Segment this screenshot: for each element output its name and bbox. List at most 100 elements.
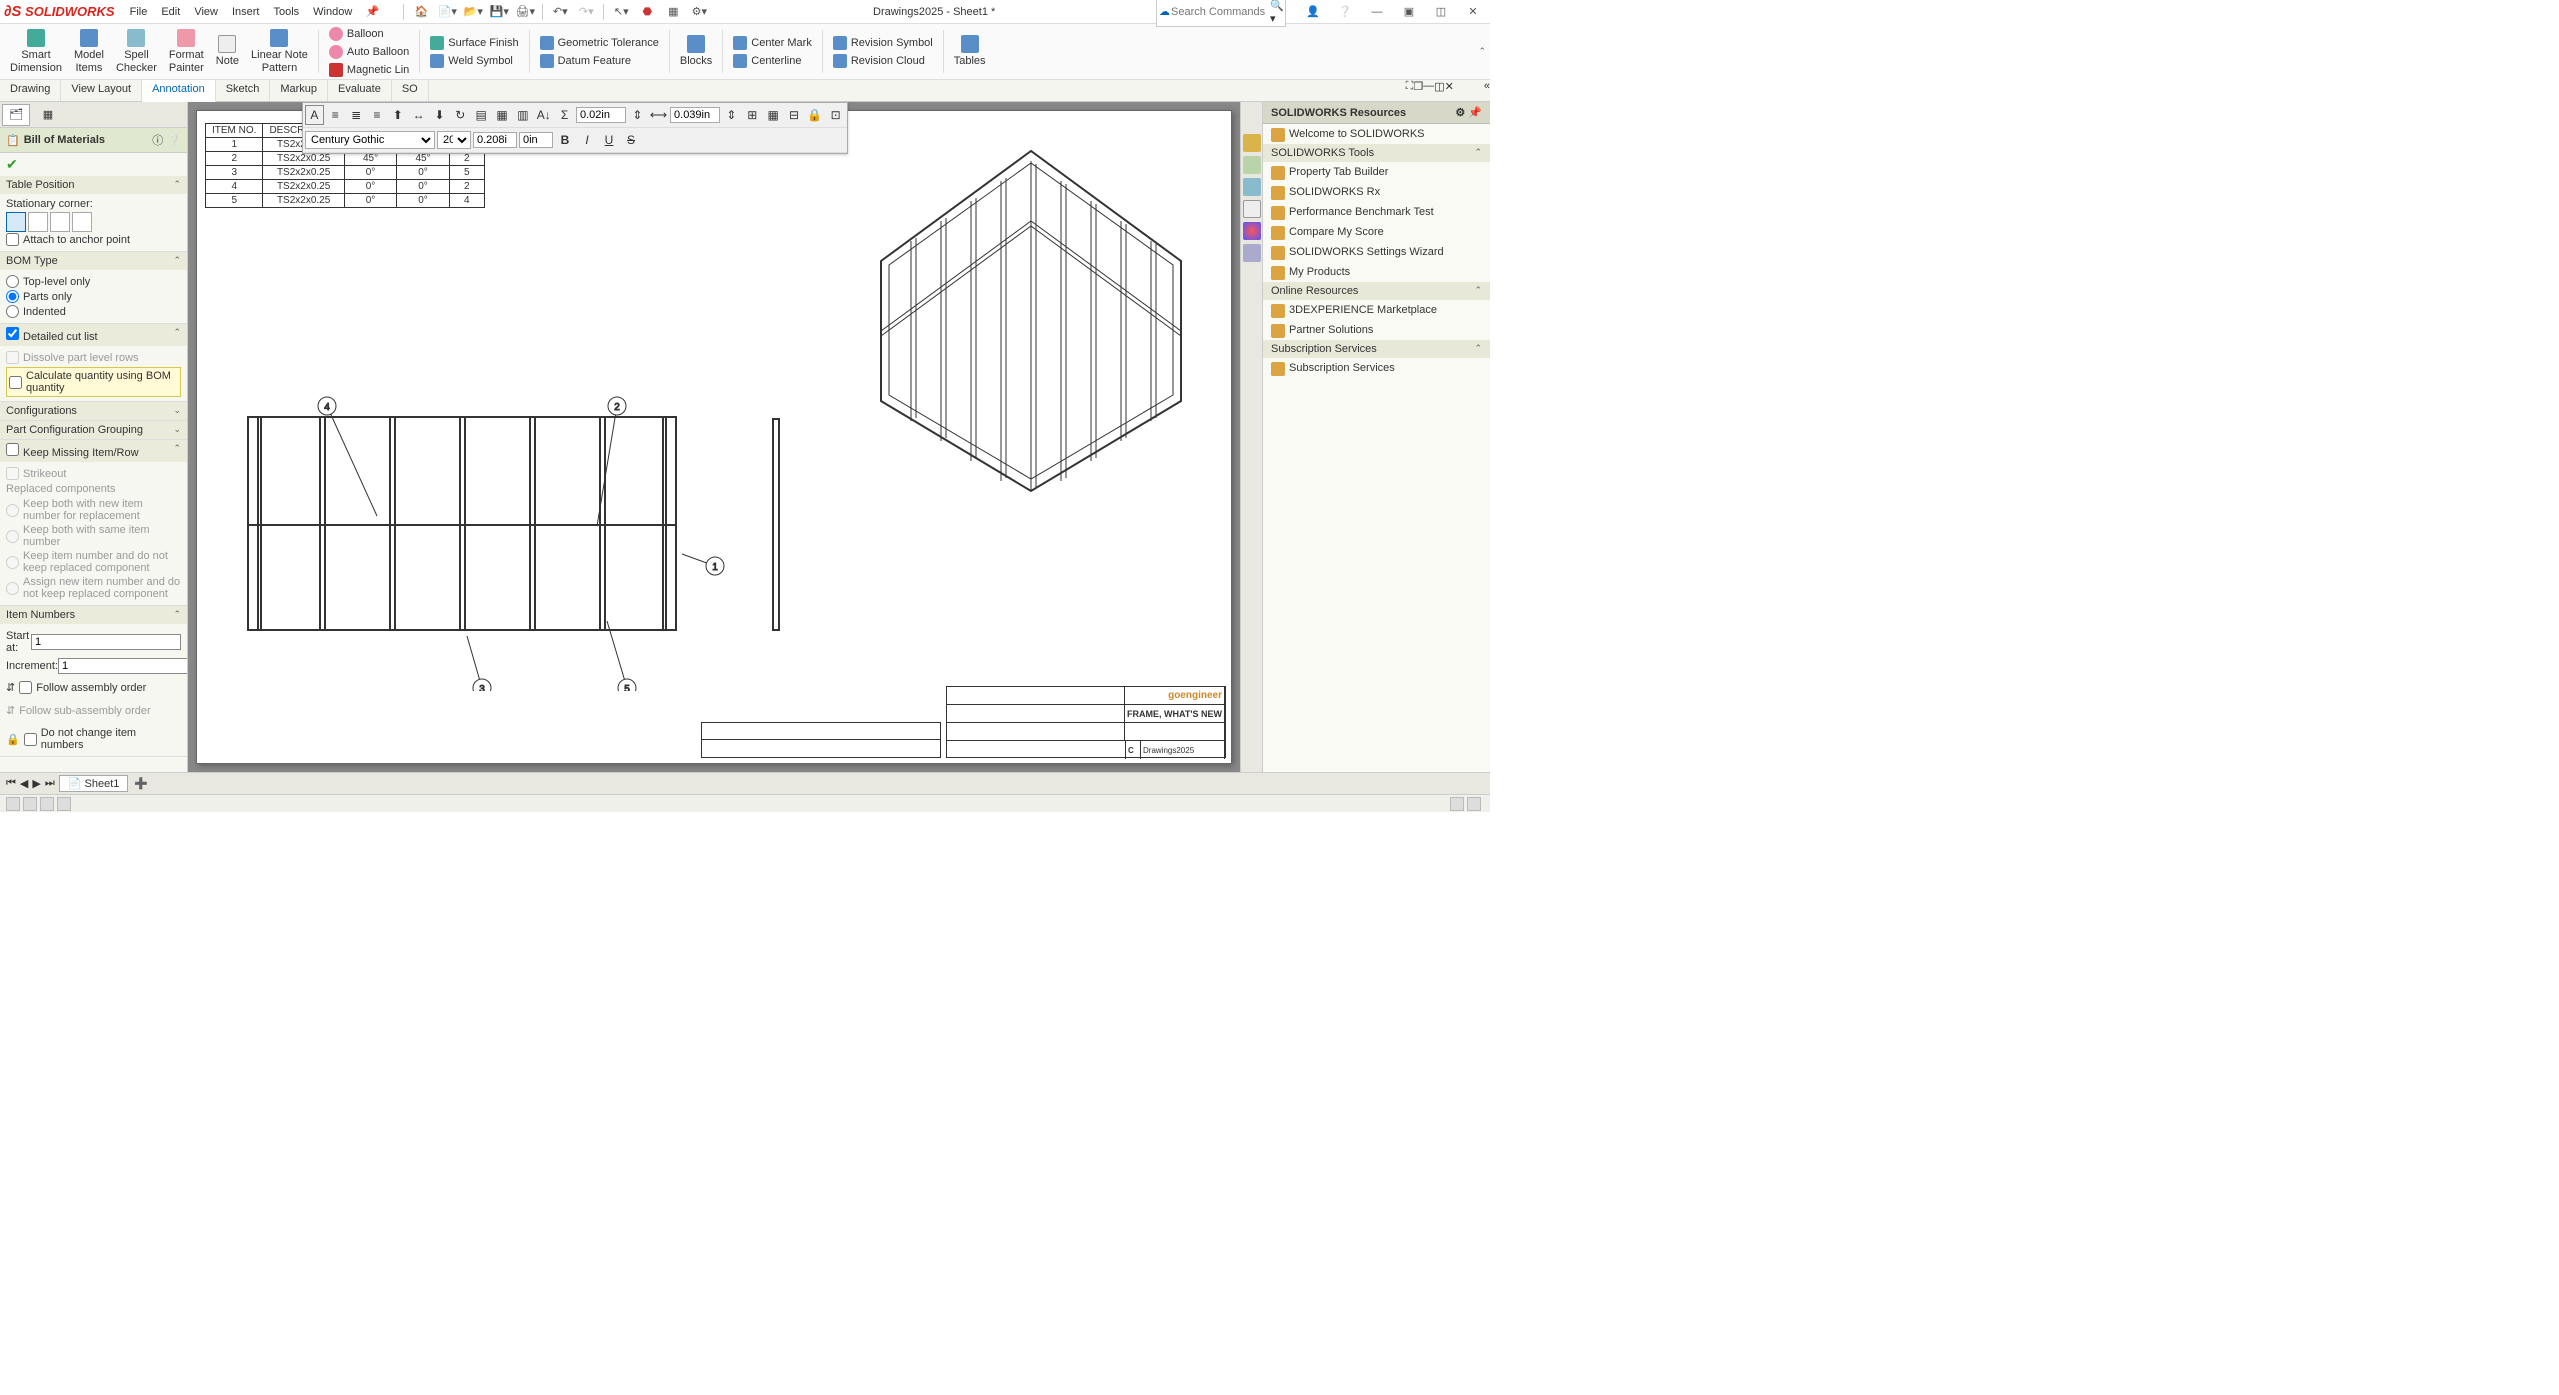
sort-icon[interactable]: A↓ — [534, 105, 553, 125]
note-button[interactable]: Note — [210, 26, 245, 77]
menu-edit[interactable]: Edit — [154, 4, 187, 20]
user-icon[interactable]: 👤 — [1303, 2, 1323, 22]
tp-item-marketplace[interactable]: 3DEXPERIENCE Marketplace — [1263, 300, 1490, 320]
lock-icon[interactable]: 🔒 — [6, 733, 20, 746]
tp-item-compare[interactable]: Compare My Score — [1263, 222, 1490, 242]
tp-online-head[interactable]: Online Resources⌃ — [1263, 282, 1490, 300]
tp-item-subscription[interactable]: Subscription Services — [1263, 358, 1490, 378]
tables-button[interactable]: Tables — [948, 26, 992, 77]
tab-evaluate[interactable]: Evaluate — [328, 80, 392, 101]
tp-item-property-tab[interactable]: Property Tab Builder — [1263, 162, 1490, 182]
open-icon[interactable]: 📂▾ — [463, 2, 483, 22]
sheet-tab-1[interactable]: 📄 Sheet1 — [59, 775, 129, 792]
tp-gear-icon[interactable]: ⚙ — [1455, 107, 1465, 119]
grid1-icon[interactable]: ⊞ — [743, 105, 762, 125]
tab-sketch[interactable]: Sketch — [216, 80, 271, 101]
indented-radio[interactable] — [6, 305, 19, 318]
col-item-no[interactable]: ITEM NO. — [206, 124, 263, 138]
tab-annotation[interactable]: Annotation — [142, 80, 216, 102]
pm-help-icon[interactable]: ⓘ — [152, 132, 163, 148]
corner-bl-button[interactable] — [50, 212, 70, 232]
increment-input[interactable] — [58, 658, 187, 674]
balloon-button[interactable]: Balloon — [323, 25, 415, 43]
weld-symbol-button[interactable]: Weld Symbol — [424, 52, 524, 70]
format-painter-button[interactable]: Format Painter — [163, 26, 210, 77]
table-row[interactable]: 5TS2x2x0.250°0°4 — [206, 194, 485, 208]
vbar-design-lib-icon[interactable] — [1243, 156, 1261, 174]
magnetic-line-button[interactable]: Magnetic Lin — [323, 61, 415, 79]
italic-button[interactable]: I — [577, 130, 597, 150]
sec-part-config[interactable]: Part Configuration Grouping⌄ — [0, 421, 187, 439]
tp-item-my-products[interactable]: My Products — [1263, 262, 1490, 282]
doc-restore-icon[interactable]: ❐ — [1413, 80, 1423, 101]
sec-keep-missing[interactable]: Keep Missing Item/Row⌃ — [0, 440, 187, 462]
centerline-button[interactable]: Centerline — [727, 52, 818, 70]
rebuild-icon[interactable]: ⬣ — [637, 2, 657, 22]
tp-item-benchmark[interactable]: Performance Benchmark Test — [1263, 202, 1490, 222]
new-icon[interactable]: 📄▾ — [437, 2, 457, 22]
vbar-home-icon[interactable] — [1243, 134, 1261, 152]
valign-bot-icon[interactable]: ⬇ — [430, 105, 449, 125]
sec-configurations[interactable]: Configurations⌄ — [0, 402, 187, 420]
model-items-button[interactable]: Model Items — [68, 26, 110, 77]
help-icon[interactable]: ❔ — [1335, 2, 1355, 22]
revision-cloud-button[interactable]: Revision Cloud — [827, 52, 939, 70]
side-view[interactable] — [772, 418, 780, 631]
strike-button[interactable]: S — [621, 130, 641, 150]
spin2-icon[interactable]: ⇕ — [722, 105, 741, 125]
link-icon[interactable]: ⟷ — [649, 105, 668, 125]
config-tab-icon[interactable]: ▦ — [34, 104, 62, 126]
parts-only-radio[interactable] — [6, 290, 19, 303]
keep-missing-checkbox[interactable] — [6, 443, 19, 456]
align-center-icon[interactable]: ≣ — [347, 105, 366, 125]
sheet-nav-next-icon[interactable]: ▶ — [32, 777, 40, 790]
geometric-tolerance-button[interactable]: Geometric Tolerance — [534, 34, 665, 52]
menu-file[interactable]: File — [123, 4, 155, 20]
drawing-sheet[interactable]: ITEM NO. DESCRIPTION ANGLE1 ANGLE2 QTY. … — [196, 110, 1232, 764]
menu-insert[interactable]: Insert — [225, 4, 267, 20]
header-icon[interactable]: ▤ — [472, 105, 491, 125]
more-icon[interactable]: ⊡ — [826, 105, 845, 125]
align-right-icon[interactable]: ≡ — [368, 105, 387, 125]
tp-item-settings-wizard[interactable]: SOLIDWORKS Settings Wizard — [1263, 242, 1490, 262]
minimize-icon[interactable]: — — [1367, 2, 1387, 22]
pm-help2-icon[interactable]: ❔ — [167, 134, 181, 147]
reorder-icon[interactable]: ⇵ — [6, 681, 15, 694]
save-icon[interactable]: 💾▾ — [489, 2, 509, 22]
lock-table-icon[interactable]: 🔒 — [805, 105, 824, 125]
follow-assy-checkbox[interactable] — [19, 681, 32, 694]
tab-so[interactable]: SO — [392, 80, 429, 101]
corner-tl-button[interactable] — [6, 212, 26, 232]
menu-tools[interactable]: Tools — [266, 4, 306, 20]
detailed-cut-checkbox[interactable] — [6, 327, 19, 340]
row-height-input[interactable] — [670, 107, 720, 123]
pin-icon[interactable]: 📌 — [362, 2, 382, 22]
sb-icon-2[interactable] — [23, 797, 37, 811]
rotate-icon[interactable]: ↻ — [451, 105, 470, 125]
grid3-icon[interactable]: ⊟ — [785, 105, 804, 125]
sec-bom-type[interactable]: BOM Type⌃ — [0, 252, 187, 270]
doc-close-icon[interactable]: ✕ — [1445, 80, 1454, 101]
ok-button[interactable]: ✔ — [6, 156, 18, 172]
valign-mid-icon[interactable]: ↔ — [409, 105, 428, 125]
font-select[interactable]: Century Gothic — [305, 131, 435, 149]
tp-item-rx[interactable]: SOLIDWORKS Rx — [1263, 182, 1490, 202]
spin1-icon[interactable]: ⇕ — [628, 105, 647, 125]
tp-pin-icon[interactable]: 📌 — [1468, 107, 1482, 119]
maximize-icon[interactable]: ◫ — [1431, 2, 1451, 22]
front-view[interactable] — [247, 416, 677, 631]
font-h-input[interactable] — [519, 132, 553, 148]
tp-sub-head[interactable]: Subscription Services⌃ — [1263, 340, 1490, 358]
doc-expand-icon[interactable]: ⛶ — [1406, 80, 1414, 101]
options-icon[interactable]: ▦ — [663, 2, 683, 22]
bold-button[interactable]: B — [555, 130, 575, 150]
do-not-change-checkbox[interactable] — [24, 733, 37, 746]
top-level-radio[interactable] — [6, 275, 19, 288]
sec-detailed-cut[interactable]: Detailed cut list⌃ — [0, 324, 187, 346]
close-icon[interactable]: ✕ — [1463, 2, 1483, 22]
redo-icon[interactable]: ↷▾ — [576, 2, 596, 22]
surface-finish-button[interactable]: Surface Finish — [424, 34, 524, 52]
start-at-input[interactable] — [31, 634, 181, 650]
search-input[interactable] — [1170, 5, 1270, 19]
blocks-button[interactable]: Blocks — [674, 26, 718, 77]
